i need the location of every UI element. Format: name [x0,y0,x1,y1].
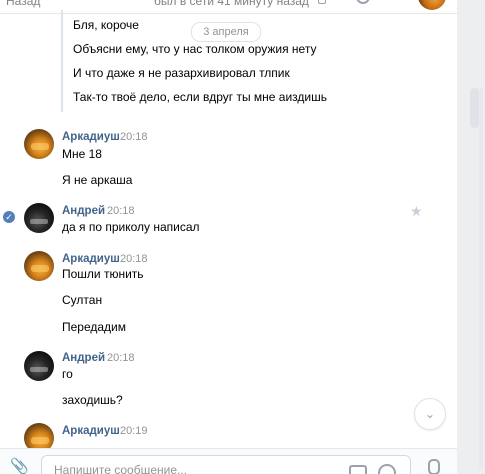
right-sidebar-strip [457,0,485,474]
scroll-down-button[interactable]: ⌄ [414,398,446,430]
message-composer: 📎 Напишите сообщение... [0,448,457,474]
message-text: Султан [62,293,103,307]
message-text: го [62,367,73,381]
scrollbar-thumb[interactable] [470,88,479,128]
star-icon[interactable]: ★ [410,203,423,220]
message-group[interactable]: Аркадиуш 20:18 Пошли тюнить Султан Перед… [0,246,457,341]
avatar[interactable] [24,351,54,381]
avatar[interactable] [24,203,54,233]
avatar[interactable] [24,423,54,448]
forwarded-line: Объясни ему, что у нас толком оружия нет… [73,42,317,56]
message-text: заходишь? [62,393,123,407]
message-text: Передадим [62,320,127,334]
microphone-icon[interactable] [428,459,440,474]
message-time[interactable]: 20:18 [107,352,135,364]
back-link[interactable]: Назад [6,0,40,8]
message-group[interactable]: Аркадиуш 20:18 Мне 18 Я не аркаша [0,124,457,194]
forwarded-line: И что даже я не разархивировал тлпик [73,66,290,80]
message-author[interactable]: Аркадиуш [62,425,120,437]
message-author[interactable]: Аркадиуш [62,253,120,265]
message-text: Пошли тюнить [62,267,144,281]
message-time[interactable]: 20:18 [107,205,135,217]
header-avatar[interactable] [418,0,446,10]
message-author[interactable]: Аркадиуш [62,131,120,143]
mobile-icon [318,0,326,4]
message-input[interactable]: Напишите сообщение... [41,455,411,474]
message-time[interactable]: 20:19 [120,425,148,437]
chevron-down-icon: ⌄ [424,407,436,421]
checkmark-icon[interactable]: ✓ [3,211,15,223]
search-icon[interactable] [356,0,370,4]
avatar[interactable] [24,129,54,159]
message-group[interactable]: Андрей 20:18 го заходишь? [0,346,457,416]
message-group[interactable]: Аркадиуш 20:19 [0,418,457,448]
forwarded-line: Бля, короче [73,18,139,32]
scrollbar-track[interactable] [479,88,483,468]
avatar[interactable] [24,251,54,281]
message-time[interactable]: 20:18 [120,253,148,265]
message-time[interactable]: 20:18 [120,131,148,143]
message-author[interactable]: Андрей [62,352,105,364]
message-group[interactable]: ✓ Андрей 20:18 да я по приколу написал ★ [0,198,457,240]
paperclip-icon[interactable]: 📎 [10,457,29,474]
message-text: Мне 18 [62,147,102,161]
last-seen-status: был в сети 41 минуту назад [154,0,309,8]
date-separator: 3 апреля [191,22,261,42]
forwarded-line: Так-то твоё дело, если вдруг ты мне аизд… [73,90,327,104]
smile-icon[interactable] [378,464,396,474]
message-text: да я по приколу написал [62,220,200,234]
camera-icon[interactable] [349,465,367,474]
message-author[interactable]: Андрей [62,205,105,217]
chat-panel: Назад был в сети 41 минуту назад Бля, ко… [0,0,457,474]
message-input-placeholder: Напишите сообщение... [54,463,188,474]
message-text: Я не аркаша [62,173,133,187]
